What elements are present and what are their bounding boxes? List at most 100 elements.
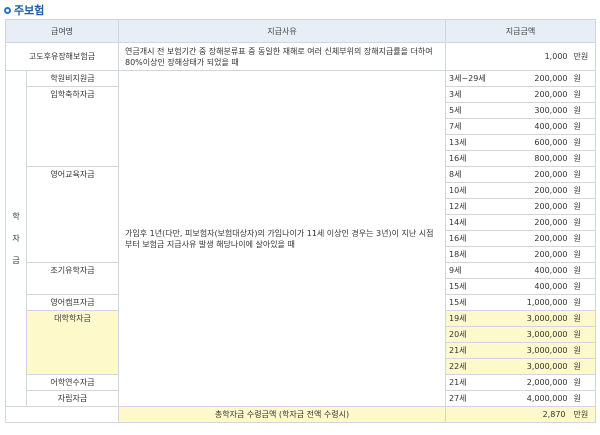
benefit-name-cont [26, 198, 119, 215]
benefit-name: 영어캠프자금 [26, 294, 119, 311]
table-row-disability: 고도후유장해보험금 연금개시 전 보험기간 중 장해분류표 중 동일한 재해로 … [5, 42, 597, 71]
payout-amount: 200,000 [505, 70, 570, 87]
benefit-name: 자립자금 [26, 390, 119, 407]
benefit-name: 입학축하자금 [26, 86, 119, 103]
payout-amount: 3,000,000 [505, 310, 570, 327]
payout-age: 27세 [445, 390, 506, 407]
payout-age: 3세~29세 [445, 70, 506, 87]
payout-amount: 3,000,000 [505, 326, 570, 343]
benefit-name-cont [26, 118, 119, 135]
payout-amount: 4,000,000 [505, 390, 570, 407]
benefit-name-cont [26, 326, 119, 343]
payout-amount: 400,000 [505, 118, 570, 135]
payout-unit: 원 [569, 118, 597, 135]
payout-unit: 원 [569, 102, 597, 119]
payout-unit: 원 [569, 134, 597, 151]
payout-amount: 800,000 [505, 150, 570, 167]
payout-age: 7세 [445, 118, 506, 135]
payout-amount: 200,000 [505, 246, 570, 263]
payout-age: 20세 [445, 326, 506, 343]
benefit-name-cont [26, 134, 119, 151]
payout-age: 16세 [445, 230, 506, 247]
benefit-name-cont [26, 182, 119, 199]
category-label: 학자금 [5, 70, 27, 407]
total-row: 총학자금 수령금액 (학자금 전액 수령시) 2,870 만원 [5, 406, 597, 423]
benefit-name-cont [26, 246, 119, 263]
payout-amount: 400,000 [505, 262, 570, 279]
total-label: 총학자금 수령금액 (학자금 전액 수령시) [118, 406, 446, 423]
payout-unit: 원 [569, 166, 597, 183]
circle-bullet-icon [4, 6, 11, 14]
payout-unit: 원 [569, 70, 597, 87]
payout-unit: 원 [569, 150, 597, 167]
payout-age: 16세 [445, 150, 506, 167]
payout-age: 12세 [445, 198, 506, 215]
category-label-char: 학 [12, 211, 20, 221]
benefit-name: 대학학자금 [26, 310, 119, 327]
payout-age: 21세 [445, 342, 506, 359]
payout-age: 21세 [445, 374, 506, 391]
section-title: 주보험 [14, 4, 45, 17]
benefit-name-cont [26, 342, 119, 359]
payout-amount: 2,000,000 [505, 374, 570, 391]
payout-age: 8세 [445, 166, 506, 183]
column-header-amount: 지급금액 [444, 19, 597, 43]
table-header-row: 급여명 지급사유 지급금액 [5, 19, 597, 43]
payout-age: 15세 [445, 294, 506, 311]
total-spacer [5, 406, 119, 423]
payout-unit: 원 [569, 278, 597, 295]
benefit-name: 영어교육자금 [26, 166, 119, 183]
table-body: 고도후유장해보험금 연금개시 전 보험기간 중 장해분류표 중 동일한 재해로 … [5, 42, 597, 423]
payout-age: 19세 [445, 310, 506, 327]
payout-amount: 400,000 [505, 278, 570, 295]
column-header-reason: 지급사유 [118, 19, 446, 43]
payout-unit: 원 [569, 198, 597, 215]
benefit-name: 어학연수자금 [26, 374, 119, 391]
payout-age: 15세 [445, 278, 506, 295]
benefit-unit: 만원 [569, 42, 597, 71]
payout-unit: 원 [569, 342, 597, 359]
payout-amount: 300,000 [505, 102, 570, 119]
benefit-name: 고도후유장해보험금 [5, 42, 119, 71]
benefit-reason: 연금개시 전 보험기간 중 장해분류표 중 동일한 재해로 여러 신체부위의 장… [118, 42, 446, 71]
total-amount: 2,870 [445, 406, 570, 423]
payout-unit: 원 [569, 294, 597, 311]
payout-unit: 원 [569, 230, 597, 247]
benefit-name: 조기유학자금 [26, 262, 119, 279]
payout-unit: 원 [569, 214, 597, 231]
payout-amount: 200,000 [505, 182, 570, 199]
benefit-table: 급여명 지급사유 지급금액 고도후유장해보험금 연금개시 전 보험기간 중 장해… [5, 19, 597, 423]
payout-amount: 200,000 [505, 86, 570, 103]
payout-age: 13세 [445, 134, 506, 151]
cut-off-footnote [5, 430, 595, 435]
payout-amount: 3,000,000 [505, 342, 570, 359]
payout-amount: 200,000 [505, 230, 570, 247]
payout-amount: 200,000 [505, 198, 570, 215]
benefit-name-cont [26, 214, 119, 231]
payout-age: 3세 [445, 86, 506, 103]
total-unit: 만원 [569, 406, 597, 423]
payout-amount: 1,000,000 [505, 294, 570, 311]
payout-age: 18세 [445, 246, 506, 263]
benefit-name: 학원비지원금 [26, 70, 119, 87]
benefit-name-cont [26, 230, 119, 247]
benefit-amount: 1,000 [445, 42, 570, 71]
payout-age: 5세 [445, 102, 506, 119]
payout-unit: 원 [569, 310, 597, 327]
benefit-name-cont [26, 278, 119, 295]
column-header-name: 급여명 [5, 19, 119, 43]
payout-unit: 원 [569, 326, 597, 343]
payout-unit: 원 [569, 262, 597, 279]
payout-unit: 원 [569, 390, 597, 407]
payout-unit: 원 [569, 374, 597, 391]
payout-unit: 원 [569, 358, 597, 375]
benefit-name-cont [26, 150, 119, 167]
category-label-char: 자 [12, 233, 20, 243]
benefit-name-cont [26, 102, 119, 119]
payout-age: 9세 [445, 262, 506, 279]
payout-age: 14세 [445, 214, 506, 231]
benefit-name-cont [26, 358, 119, 375]
payout-age: 22세 [445, 358, 506, 375]
section-heading: 주보험 [4, 2, 44, 18]
payout-amount: 3,000,000 [505, 358, 570, 375]
